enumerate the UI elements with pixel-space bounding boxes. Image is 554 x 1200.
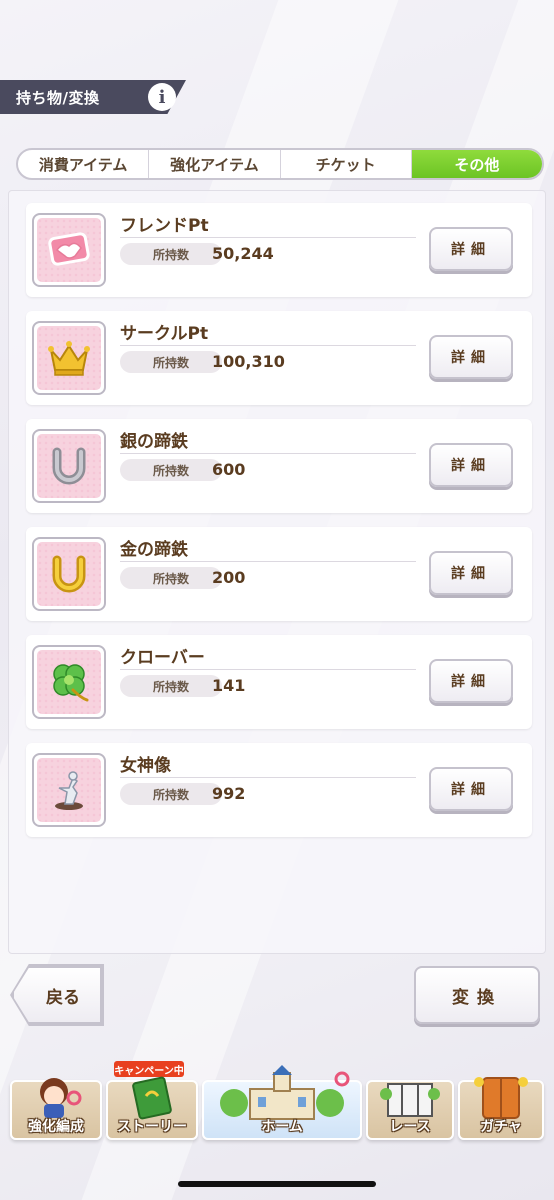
detail-button[interactable]: 詳細: [429, 443, 513, 487]
detail-button[interactable]: 詳細: [429, 767, 513, 811]
crown-icon: [37, 326, 101, 390]
list-item: クローバー 所持数 141 詳細: [26, 635, 532, 729]
tab-others[interactable]: その他: [411, 150, 542, 178]
owned-count-value: 600: [212, 460, 246, 479]
owned-count-value: 992: [212, 784, 246, 803]
nav-story[interactable]: ストーリー: [106, 1076, 198, 1140]
back-button[interactable]: 戻る: [12, 966, 102, 1024]
nav-race[interactable]: レース: [366, 1080, 454, 1140]
owned-count-value: 141: [212, 676, 246, 695]
item-name: 女神像: [120, 756, 171, 776]
owned-count-label: 所持数: [120, 567, 222, 589]
gold-horseshoe-icon: [37, 542, 101, 606]
owned-count-value: 200: [212, 568, 246, 587]
list-item: 金の蹄鉄 所持数 200 詳細: [26, 527, 532, 621]
nav-label: 強化編成: [28, 1119, 84, 1135]
nav-label: ガチャ: [480, 1119, 522, 1135]
handshake-icon: [37, 218, 101, 282]
item-name: 銀の蹄鉄: [120, 432, 188, 452]
nav-enhance-formation[interactable]: 強化編成: [10, 1078, 102, 1140]
nav-gacha[interactable]: ガチャ: [458, 1077, 544, 1140]
bottom-nav: 強化編成 ストーリー ホーム レース ガチャ: [10, 1065, 544, 1142]
page-title: 持ち物/変換: [16, 88, 100, 107]
item-name: クローバー: [120, 648, 205, 668]
convert-button[interactable]: 変換: [414, 966, 540, 1024]
owned-count-label: 所持数: [120, 783, 222, 805]
tab-enhancement[interactable]: 強化アイテム: [149, 150, 281, 178]
info-icon[interactable]: i: [148, 83, 176, 111]
list-item: フレンドPt 所持数 50,244 詳細: [26, 203, 532, 297]
category-tabs: 消費アイテム 強化アイテム チケット その他: [16, 148, 544, 180]
nav-label: ストーリー: [117, 1119, 187, 1135]
detail-button[interactable]: 詳細: [429, 335, 513, 379]
list-item: サークルPt 所持数 100,310 詳細: [26, 311, 532, 405]
owned-count-label: 所持数: [120, 351, 222, 373]
detail-button[interactable]: 詳細: [429, 227, 513, 271]
detail-button[interactable]: 詳細: [429, 551, 513, 595]
list-item: 銀の蹄鉄 所持数 600 詳細: [26, 419, 532, 513]
nav-home[interactable]: ホーム: [202, 1065, 362, 1140]
nav-label: レース: [389, 1119, 431, 1135]
item-name: サークルPt: [120, 324, 209, 344]
owned-count-value: 50,244: [212, 244, 274, 263]
tab-consumables[interactable]: 消費アイテム: [18, 150, 150, 178]
silver-horseshoe-icon: [37, 434, 101, 498]
home-indicator[interactable]: [178, 1181, 376, 1187]
owned-count-label: 所持数: [120, 675, 222, 697]
owned-count-label: 所持数: [120, 243, 222, 265]
detail-button[interactable]: 詳細: [429, 659, 513, 703]
clover-icon: [37, 650, 101, 714]
owned-count-label: 所持数: [120, 459, 222, 481]
list-item: 女神像 所持数 992 詳細: [26, 743, 532, 837]
item-name: 金の蹄鉄: [120, 540, 188, 560]
nav-label: ホーム: [261, 1119, 303, 1135]
goddess-statue-icon: [37, 758, 101, 822]
owned-count-value: 100,310: [212, 352, 285, 371]
tab-tickets[interactable]: チケット: [281, 150, 412, 178]
item-name: フレンドPt: [120, 216, 209, 236]
